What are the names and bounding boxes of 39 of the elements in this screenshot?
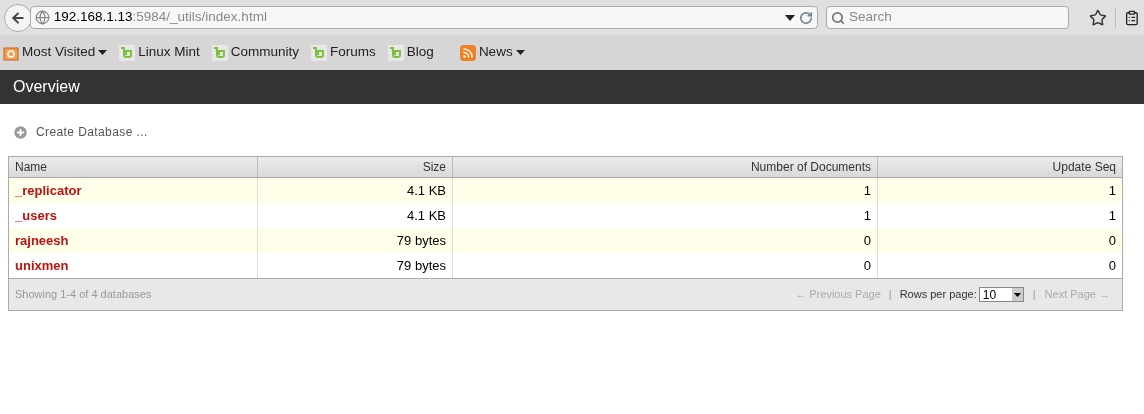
url-text: 192.168.1.13:5984/_utils/index.html	[53, 8, 267, 27]
separator: |	[888, 287, 892, 303]
bookmark-item[interactable]: Community	[211, 42, 300, 63]
rss-icon	[459, 44, 476, 61]
bookmark-item[interactable]: Blog	[387, 42, 434, 63]
bookmark-item[interactable]: News	[459, 42, 525, 63]
column-header[interactable]: Number of Documents	[453, 157, 878, 177]
search-input[interactable]: Search	[849, 7, 1065, 28]
bookmark-item[interactable]: Linux Mint	[119, 42, 200, 63]
summary-text: Showing 1-4 of 4 databases	[15, 287, 152, 303]
rows-per-page-label: Rows per page:	[899, 287, 977, 303]
leaf-logo-icon	[311, 44, 328, 61]
column-header[interactable]: Size	[258, 157, 453, 177]
bookmark-item[interactable]: Forums	[311, 42, 376, 63]
table-cell-text: 1	[1107, 206, 1117, 225]
leaf-logo-icon	[387, 44, 404, 61]
column-header[interactable]: Name	[9, 157, 258, 177]
create-database-button[interactable]: Create Database ...	[12, 123, 148, 141]
url-field[interactable]: 192.168.1.13:5984/_utils/index.html	[29, 6, 818, 29]
star-icon[interactable]	[1089, 8, 1108, 27]
search-field[interactable]: Search	[826, 6, 1070, 29]
folder-icon	[3, 44, 19, 61]
rows-per-page-select[interactable]: 10	[978, 287, 1024, 302]
search-icon	[831, 10, 845, 25]
clipboard-icon[interactable]	[1124, 9, 1140, 26]
table-cell-text: 0	[1107, 256, 1117, 275]
page-title: Overview	[13, 77, 80, 97]
table-cell-text: 0	[1107, 231, 1117, 250]
leaf-logo-icon	[211, 44, 228, 61]
plus-icon	[12, 123, 29, 141]
back-button[interactable]	[4, 3, 32, 32]
bookmark-item[interactable]: Most Visited	[3, 42, 108, 63]
globe-icon	[34, 10, 50, 25]
table-cell-text: 1	[1107, 181, 1117, 200]
leaf-logo-icon	[119, 44, 136, 61]
separator: |	[1032, 287, 1036, 303]
column-header[interactable]: Update Seq	[878, 157, 1122, 177]
dropdown-caret-icon[interactable]	[785, 14, 795, 21]
dropdown-caret-icon	[1011, 288, 1023, 301]
